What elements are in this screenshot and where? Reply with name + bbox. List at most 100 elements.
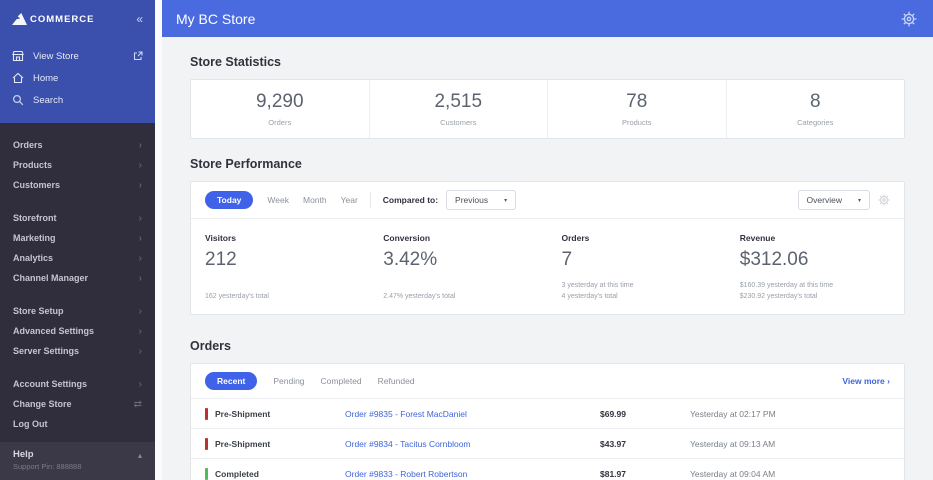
period-tab-week[interactable]: Week xyxy=(267,195,289,205)
sidebar-item-label: Analytics xyxy=(13,253,54,263)
orders-heading: Orders xyxy=(190,339,231,353)
store-statistics-card: 9,290 Orders 2,515 Customers 78 Products… xyxy=(190,79,905,139)
sidebar-collapse-icon[interactable]: « xyxy=(136,13,143,25)
metric-subline: $160.39 yesterday at this time xyxy=(739,282,834,289)
orders-tab-recent[interactable]: Recent xyxy=(205,372,258,390)
chevron-right-icon: › xyxy=(138,252,142,264)
metric-revenue: Revenue $312.06 $160.39 yesterday at thi… xyxy=(726,227,904,302)
sidebar-item-customers[interactable]: Customers › xyxy=(0,175,155,195)
help-label: Help xyxy=(13,449,34,460)
metric-visitors: Visitors 212 162 yesterday's total xyxy=(191,227,369,302)
order-amount: $69.99 xyxy=(600,408,626,419)
stat-categories: 8 Categories xyxy=(727,80,905,138)
order-status-cell: Pre-Shipment xyxy=(205,407,345,420)
sidebar-item-orders[interactable]: Orders › xyxy=(0,135,155,155)
order-status-cell: Completed xyxy=(205,467,345,480)
sidebar-item-label: Change Store xyxy=(13,399,72,409)
sidebar-item-label: Home xyxy=(33,72,59,84)
view-more-link[interactable]: View more › xyxy=(842,376,890,386)
compared-to-label: Compared to: xyxy=(382,195,439,205)
top-header: My BC Store xyxy=(162,0,933,37)
period-tab-today[interactable]: Today xyxy=(205,191,254,209)
sidebar-item-change-store[interactable]: Change Store ⇄ xyxy=(0,394,155,414)
metric-label: Conversion xyxy=(383,233,431,243)
overview-value: Overview xyxy=(806,195,842,205)
order-timestamp: Yesterday at 09:13 AM xyxy=(690,438,776,449)
sidebar-item-label: Store Setup xyxy=(13,306,64,316)
metric-subline: 2.47% yesterday's total xyxy=(383,293,456,300)
order-amount: $43.97 xyxy=(600,438,626,449)
order-amount: $81.97 xyxy=(600,468,626,479)
dashboard-content: Store Statistics 9,290 Orders 2,515 Cust… xyxy=(162,37,933,480)
sidebar-item-log-out[interactable]: Log Out xyxy=(0,414,155,433)
search-icon xyxy=(12,94,24,106)
nav-group-divider xyxy=(0,288,155,301)
metric-label: Revenue xyxy=(739,233,776,243)
stat-value: 78 xyxy=(626,91,648,112)
orders-tab-completed[interactable]: Completed xyxy=(321,376,362,386)
sidebar-item-label: Channel Manager xyxy=(13,273,89,283)
metric-conversion: Conversion 3.42% 2.47% yesterday's total xyxy=(369,227,547,302)
sidebar-item-label: Orders xyxy=(13,140,43,150)
sidebar-item-products[interactable]: Products › xyxy=(0,155,155,175)
orders-card: Recent Pending Completed Refunded View m… xyxy=(190,363,905,480)
compared-to-value: Previous xyxy=(455,195,489,205)
logo-text: COMMERCE xyxy=(30,13,95,25)
sidebar-item-storefront[interactable]: Storefront › xyxy=(0,208,155,228)
metric-value: 3.42% xyxy=(383,249,438,270)
filter-divider xyxy=(369,192,371,208)
logo-row: COMMERCE « xyxy=(0,0,155,45)
order-link[interactable]: Order #9833 - Robert Robertson xyxy=(345,469,600,479)
sidebar-item-marketing[interactable]: Marketing › xyxy=(0,228,155,248)
order-row[interactable]: Pre-Shipment Order #9834 - Tacitus Cornb… xyxy=(191,429,904,459)
compared-to-select[interactable]: Previous ▾ xyxy=(446,190,517,210)
chevron-right-icon: › xyxy=(138,272,142,284)
order-status-cell: Pre-Shipment xyxy=(205,437,345,450)
stat-label: Products xyxy=(621,118,652,127)
orders-tab-pending[interactable]: Pending xyxy=(273,376,304,386)
sidebar-item-store-setup[interactable]: Store Setup › xyxy=(0,301,155,321)
period-tab-year[interactable]: Year xyxy=(341,195,358,205)
bigcommerce-logo-icon xyxy=(12,13,27,25)
performance-settings-gear-icon[interactable] xyxy=(878,194,890,206)
order-row[interactable]: Pre-Shipment Order #9835 - Forest MacDan… xyxy=(191,399,904,429)
sidebar-item-view-store[interactable]: View Store xyxy=(0,45,155,67)
sidebar-item-search[interactable]: Search xyxy=(0,89,155,111)
metric-subline xyxy=(383,280,533,291)
sidebar-item-analytics[interactable]: Analytics › xyxy=(0,248,155,268)
metric-label: Orders xyxy=(561,233,590,243)
status-color-bar xyxy=(205,407,208,420)
store-performance-card: Today Week Month Year Compared to: Previ… xyxy=(190,181,905,315)
sidebar-item-server-settings[interactable]: Server Settings › xyxy=(0,341,155,361)
settings-gear-icon[interactable] xyxy=(901,11,917,27)
overview-select[interactable]: Overview ▾ xyxy=(797,190,870,210)
sidebar-item-label: Log Out xyxy=(13,418,48,429)
sidebar-item-label: Customers xyxy=(13,180,61,190)
sidebar-item-label: Storefront xyxy=(13,213,57,223)
chevron-right-icon: › xyxy=(138,232,142,244)
caret-down-icon: ▾ xyxy=(857,197,861,204)
stat-products: 78 Products xyxy=(548,80,727,138)
chevron-right-icon: › xyxy=(887,376,890,386)
order-link[interactable]: Order #9835 - Forest MacDaniel xyxy=(345,409,600,419)
bigcommerce-logo: COMMERCE xyxy=(12,13,94,25)
sidebar-item-channel-manager[interactable]: Channel Manager › xyxy=(0,268,155,288)
period-tab-month[interactable]: Month xyxy=(303,195,327,205)
caret-down-icon: ▾ xyxy=(504,197,508,204)
home-icon xyxy=(12,72,24,84)
order-link[interactable]: Order #9834 - Tacitus Cornbloom xyxy=(345,439,600,449)
order-row[interactable]: Completed Order #9833 - Robert Robertson… xyxy=(191,459,904,480)
stat-value: 9,290 xyxy=(255,91,304,112)
chevron-right-icon: › xyxy=(138,139,142,151)
status-color-bar xyxy=(205,467,208,480)
metric-subline xyxy=(205,280,355,291)
stat-label: Categories xyxy=(797,118,834,127)
sidebar-item-home[interactable]: Home xyxy=(0,67,155,89)
metric-subline: $230.92 yesterday's total xyxy=(739,293,818,300)
sidebar-item-advanced-settings[interactable]: Advanced Settings › xyxy=(0,321,155,341)
sidebar-item-label: Server Settings xyxy=(13,346,80,356)
orders-tab-refunded[interactable]: Refunded xyxy=(378,376,415,386)
help-section[interactable]: Help Support Pin: 888888 ▴ xyxy=(0,442,155,480)
external-link-icon xyxy=(133,51,143,61)
sidebar-item-account-settings[interactable]: Account Settings › xyxy=(0,374,155,394)
